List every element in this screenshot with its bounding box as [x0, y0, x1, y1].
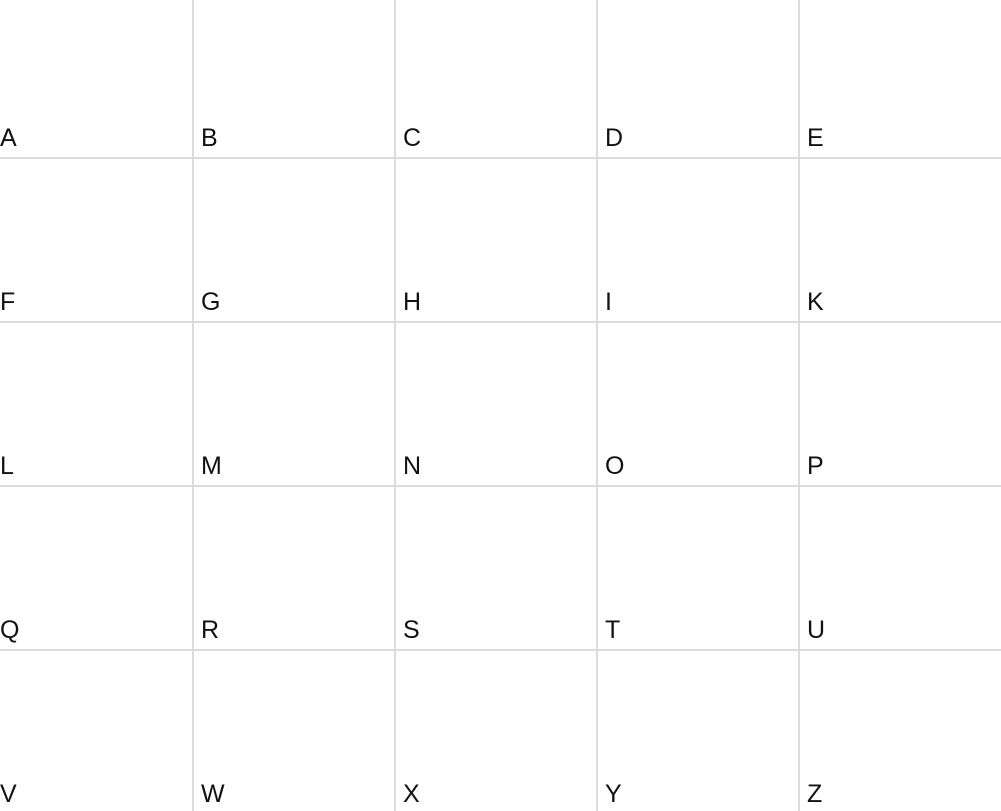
cell-letter-label: T [605, 616, 621, 644]
grid-cell[interactable]: Z [800, 651, 1001, 811]
cell-letter-label: E [807, 124, 824, 152]
cell-letter-label: X [403, 780, 420, 808]
grid-cell[interactable]: L [0, 323, 194, 487]
grid-cell[interactable]: T [598, 487, 800, 651]
grid-cell[interactable]: W [194, 651, 396, 811]
grid-cell[interactable]: E [800, 0, 1001, 159]
cell-letter-label: B [201, 124, 218, 152]
grid-cell[interactable]: S [396, 487, 598, 651]
cell-letter-label: I [605, 288, 612, 316]
grid-cell[interactable]: Q [0, 487, 194, 651]
cell-letter-label: D [605, 124, 624, 152]
grid-cell[interactable]: A [0, 0, 194, 159]
letter-grid: A B C D E F G H I K L M N O P Q R S T U V W X Y Z [0, 0, 1001, 811]
grid-cell[interactable]: K [800, 159, 1001, 323]
cell-letter-label: S [403, 616, 420, 644]
cell-letter-label: Z [807, 780, 823, 808]
cell-letter-label: V [0, 780, 17, 808]
grid-cell[interactable]: G [194, 159, 396, 323]
grid-cell[interactable]: V [0, 651, 194, 811]
grid-cell[interactable]: C [396, 0, 598, 159]
grid-cell[interactable]: O [598, 323, 800, 487]
grid-cell[interactable]: U [800, 487, 1001, 651]
cell-letter-label: M [201, 452, 222, 480]
grid-cell[interactable]: F [0, 159, 194, 323]
cell-letter-label: G [201, 288, 221, 316]
cell-letter-label: N [403, 452, 422, 480]
grid-cell[interactable]: H [396, 159, 598, 323]
cell-letter-label: Q [0, 616, 20, 644]
cell-letter-label: U [807, 616, 826, 644]
cell-letter-label: A [0, 124, 17, 152]
cell-letter-label: R [201, 616, 220, 644]
cell-letter-label: C [403, 124, 422, 152]
cell-letter-label: Y [605, 780, 622, 808]
grid-cell[interactable]: X [396, 651, 598, 811]
grid-cell[interactable]: M [194, 323, 396, 487]
cell-letter-label: O [605, 452, 625, 480]
cell-letter-label: P [807, 452, 824, 480]
cell-letter-label: F [0, 288, 16, 316]
cell-letter-label: H [403, 288, 422, 316]
grid-cell[interactable]: B [194, 0, 396, 159]
cell-letter-label: L [0, 452, 14, 480]
cell-letter-label: W [201, 780, 225, 808]
grid-cell[interactable]: N [396, 323, 598, 487]
cell-letter-label: K [807, 288, 824, 316]
grid-cell[interactable]: P [800, 323, 1001, 487]
grid-cell[interactable]: I [598, 159, 800, 323]
grid-cell[interactable]: D [598, 0, 800, 159]
grid-cell[interactable]: R [194, 487, 396, 651]
grid-cell[interactable]: Y [598, 651, 800, 811]
